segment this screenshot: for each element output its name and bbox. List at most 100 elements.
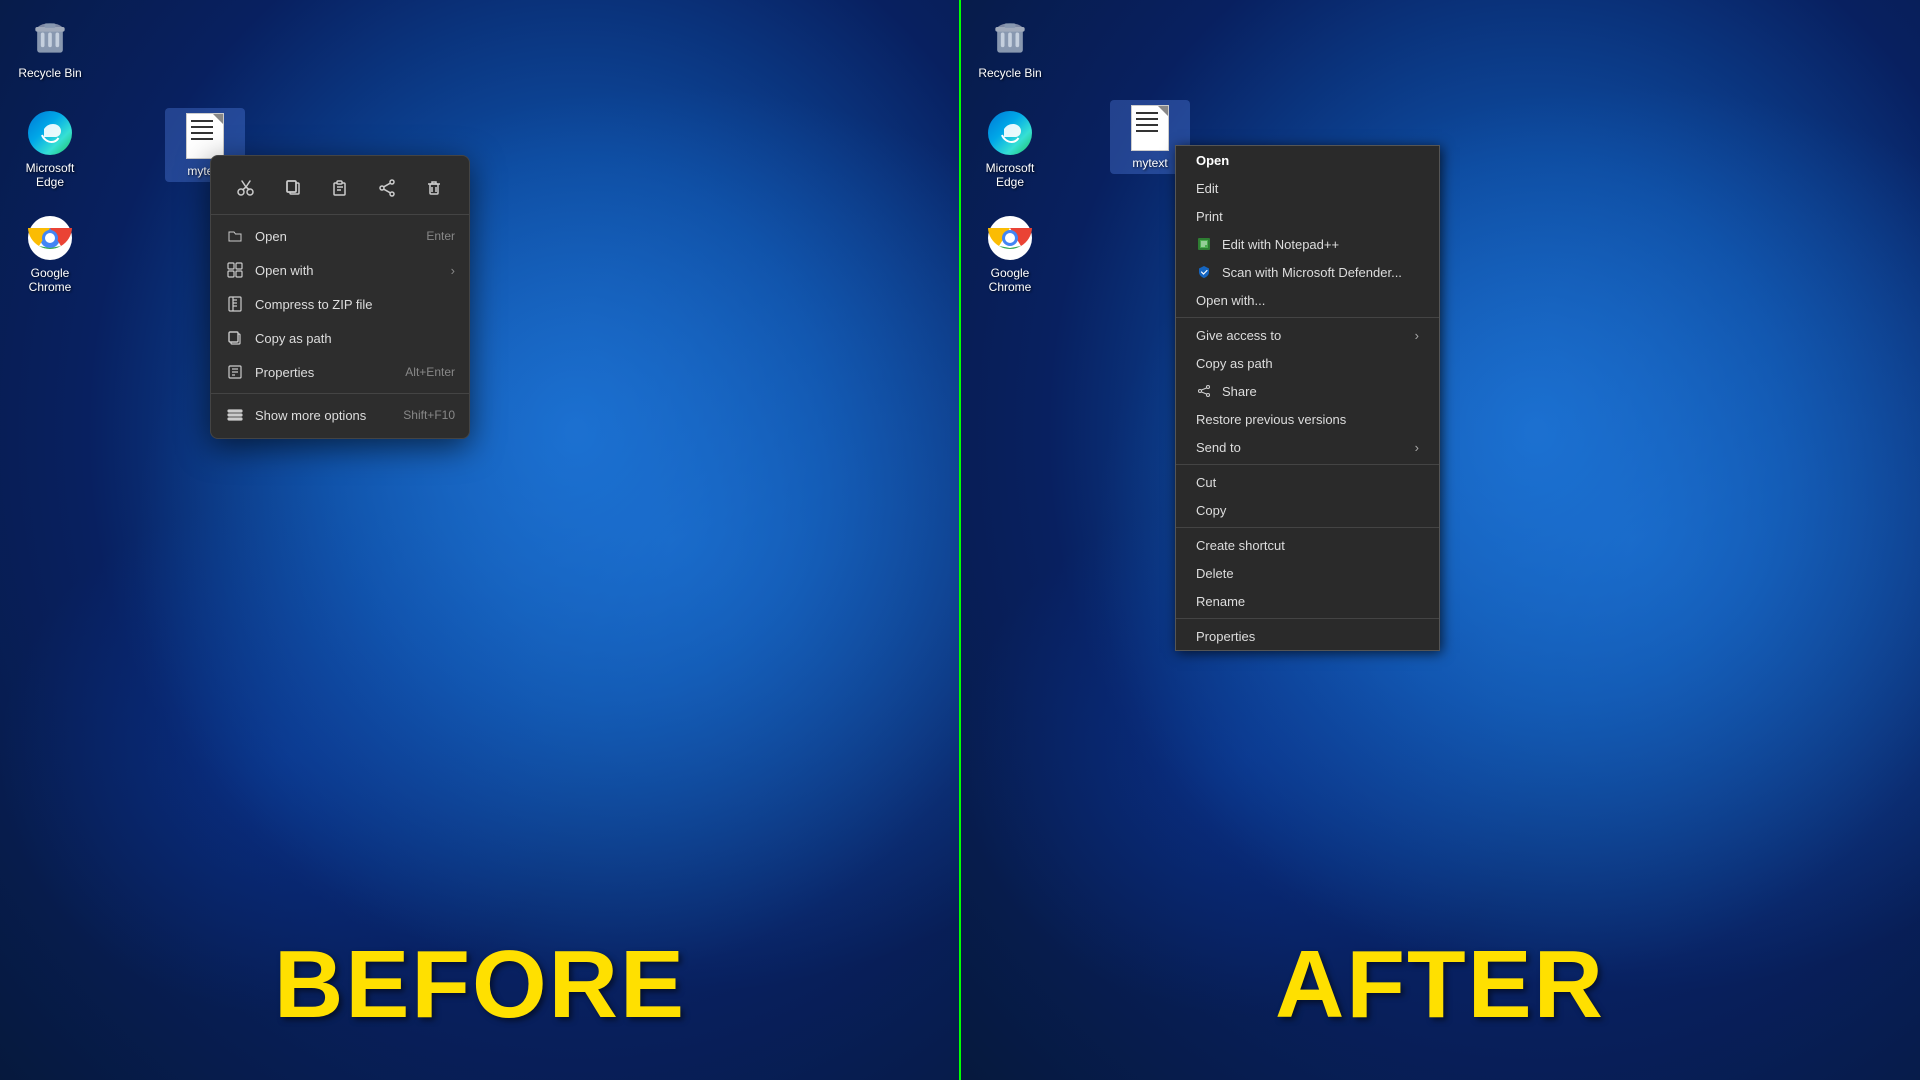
chrome-icon-before[interactable]: GoogleChrome [10, 210, 90, 299]
chrome-label-before: GoogleChrome [29, 266, 72, 295]
menu-createshortcut-after[interactable]: Create shortcut [1176, 531, 1439, 559]
menu-cut-label: Cut [1196, 475, 1419, 490]
menu-open-label: Open [255, 229, 416, 244]
toolbar-delete[interactable] [416, 170, 452, 206]
edge-icon-before[interactable]: MicrosoftEdge [10, 105, 90, 194]
menu-moreoptions-shortcut: Shift+F10 [403, 408, 455, 422]
menu-copypath-label: Copy as path [255, 331, 455, 346]
toolbar-share[interactable] [369, 170, 405, 206]
notepad-icon [1196, 236, 1212, 252]
toolbar-paste[interactable] [322, 170, 358, 206]
menu-defender-after[interactable]: Scan with Microsoft Defender... [1176, 258, 1439, 286]
menu-open-label-after: Open [1196, 153, 1419, 168]
menu-share-after[interactable]: Share [1176, 377, 1439, 405]
separator-3 [1176, 527, 1439, 528]
menu-properties-after[interactable]: Properties [1176, 622, 1439, 650]
text-file-img-before [186, 113, 224, 159]
menu-properties-shortcut: Alt+Enter [405, 365, 455, 379]
before-label: BEFORE [274, 930, 686, 1040]
toolbar-cut[interactable] [228, 170, 264, 206]
menu-copypath-label-after: Copy as path [1196, 356, 1419, 371]
menu-open-after[interactable]: Open [1176, 146, 1439, 174]
menu-rename-label: Rename [1196, 594, 1419, 609]
menu-print-label: Print [1196, 209, 1419, 224]
chrome-icon-after[interactable]: GoogleChrome [970, 210, 1050, 299]
recycle-bin-label-before: Recycle Bin [18, 66, 81, 80]
menu-sendto-after[interactable]: Send to › [1176, 433, 1439, 461]
copypath-icon [225, 328, 245, 348]
menu-cut-after[interactable]: Cut [1176, 468, 1439, 496]
textfile-label-after: mytext [1132, 156, 1167, 170]
menu-toolbar [211, 162, 469, 215]
chrome-label-after: GoogleChrome [989, 266, 1032, 295]
properties-icon [225, 362, 245, 382]
menu-edit-after[interactable]: Edit [1176, 174, 1439, 202]
menu-rename-after[interactable]: Rename [1176, 587, 1439, 615]
menu-compress-before[interactable]: Compress to ZIP file [211, 287, 469, 321]
giveaccess-arrow: › [1415, 328, 1419, 343]
openwith-arrow: › [451, 263, 455, 278]
menu-delete-after[interactable]: Delete [1176, 559, 1439, 587]
menu-properties-label-after: Properties [1196, 629, 1419, 644]
before-after-divider [959, 0, 961, 1080]
menu-giveaccess-label: Give access to [1196, 328, 1405, 343]
menu-copy-label: Copy [1196, 503, 1419, 518]
share-icon [1196, 383, 1212, 399]
menu-delete-label: Delete [1196, 566, 1419, 581]
menu-open-shortcut: Enter [426, 229, 455, 243]
after-label: AFTER [1275, 930, 1605, 1040]
edge-logo-after [988, 111, 1032, 155]
menu-notepadpp-after[interactable]: Edit with Notepad++ [1176, 230, 1439, 258]
menu-separator-before [211, 393, 469, 394]
menu-sendto-label: Send to [1196, 440, 1405, 455]
menu-print-after[interactable]: Print [1176, 202, 1439, 230]
before-panel: Recycle Bin MicrosoftEdge [0, 0, 960, 1080]
separator-4 [1176, 618, 1439, 619]
zip-icon [225, 294, 245, 314]
menu-openwith-after[interactable]: Open with... [1176, 286, 1439, 314]
toolbar-copy[interactable] [275, 170, 311, 206]
chrome-logo-after [988, 216, 1032, 260]
menu-copy-after[interactable]: Copy [1176, 496, 1439, 524]
text-file-img-after [1131, 105, 1169, 151]
menu-openwith-label-after: Open with... [1196, 293, 1419, 308]
separator-2 [1176, 464, 1439, 465]
menu-openwith-before[interactable]: Open with › [211, 253, 469, 287]
recycle-bin-svg-before [28, 16, 72, 60]
menu-copypath-after[interactable]: Copy as path [1176, 349, 1439, 377]
defender-icon [1196, 264, 1212, 280]
open-icon [225, 226, 245, 246]
menu-moreoptions-label: Show more options [255, 408, 393, 423]
recycle-bin-label-after: Recycle Bin [978, 66, 1041, 80]
after-wave [960, 0, 1920, 1080]
menu-restore-after[interactable]: Restore previous versions [1176, 405, 1439, 433]
sendto-arrow: › [1415, 440, 1419, 455]
menu-properties-label: Properties [255, 365, 395, 380]
context-menu-before: Open Enter Open with › [210, 155, 470, 439]
menu-share-label: Share [1222, 384, 1419, 399]
menu-properties-before[interactable]: Properties Alt+Enter [211, 355, 469, 389]
menu-compress-label: Compress to ZIP file [255, 297, 455, 312]
menu-openwith-label: Open with [255, 263, 441, 278]
chrome-logo-before [28, 216, 72, 260]
menu-moreoptions-before[interactable]: Show more options Shift+F10 [211, 398, 469, 432]
edge-label-after: MicrosoftEdge [986, 161, 1035, 190]
before-wave [0, 0, 960, 1080]
recycle-bin-svg-after [988, 16, 1032, 60]
menu-notepadpp-label: Edit with Notepad++ [1222, 237, 1419, 252]
menu-defender-label: Scan with Microsoft Defender... [1222, 265, 1419, 280]
menu-edit-label: Edit [1196, 181, 1419, 196]
edge-logo-before [28, 111, 72, 155]
menu-restore-label: Restore previous versions [1196, 412, 1419, 427]
edge-icon-after[interactable]: MicrosoftEdge [970, 105, 1050, 194]
context-menu-after: Open Edit Print Edit with Notepad++ [1175, 145, 1440, 651]
recycle-bin-icon-before[interactable]: Recycle Bin [10, 10, 90, 84]
menu-open-before[interactable]: Open Enter [211, 219, 469, 253]
more-icon [225, 405, 245, 425]
menu-copypath-before[interactable]: Copy as path [211, 321, 469, 355]
after-panel: Recycle Bin MicrosoftEdge Goog [960, 0, 1920, 1080]
recycle-bin-icon-after[interactable]: Recycle Bin [970, 10, 1050, 84]
menu-createshortcut-label: Create shortcut [1196, 538, 1419, 553]
openwith-icon [225, 260, 245, 280]
menu-giveaccess-after[interactable]: Give access to › [1176, 321, 1439, 349]
